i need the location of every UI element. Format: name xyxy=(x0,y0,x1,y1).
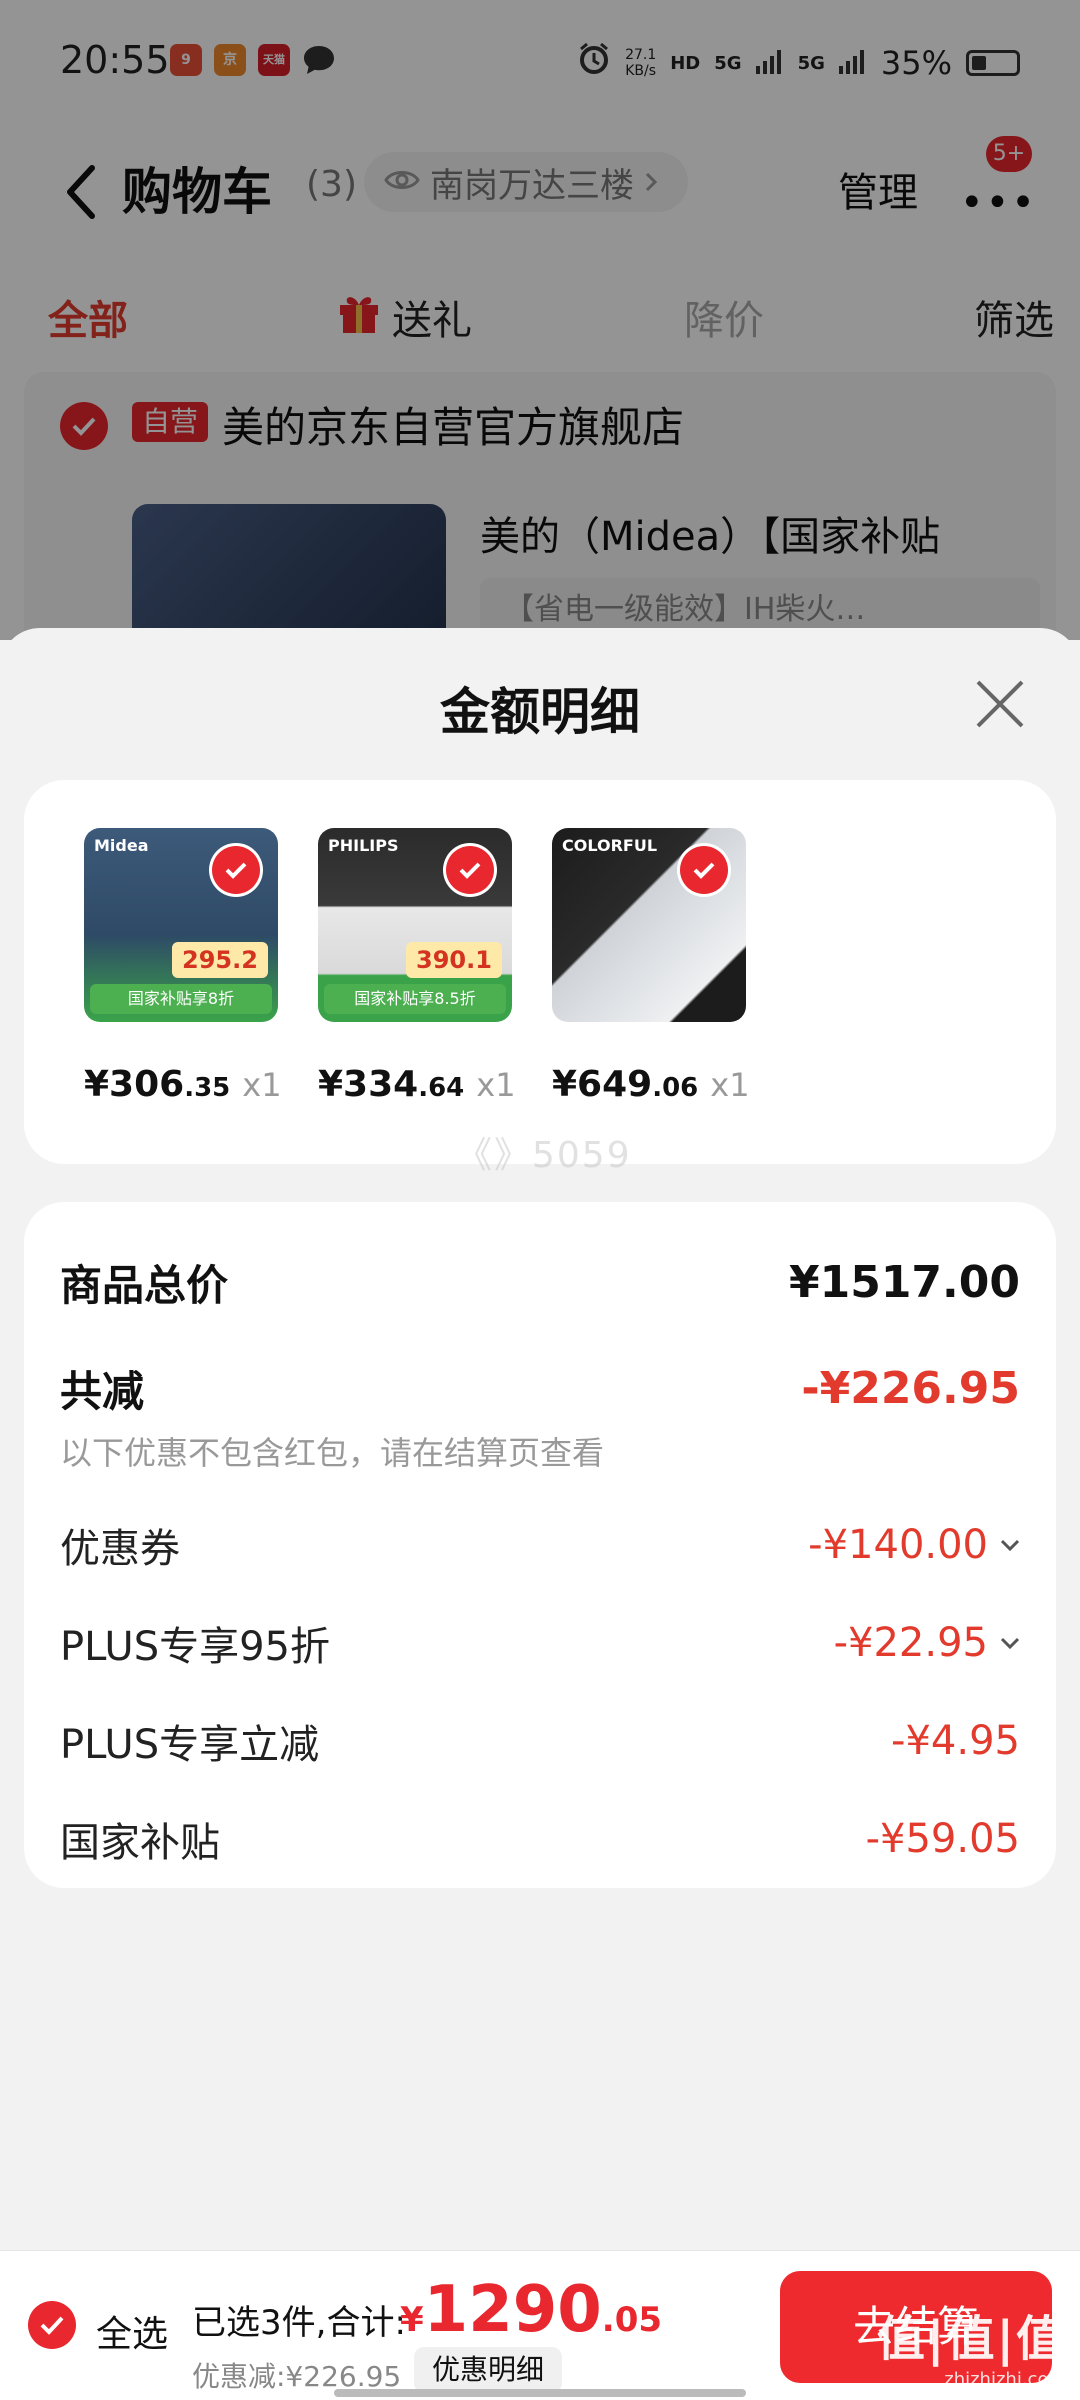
select-all-label[interactable]: 全选 xyxy=(96,2305,168,2357)
item-brand: PHILIPS xyxy=(328,836,399,855)
total-discount-value: -¥226.95 xyxy=(801,1363,1020,1414)
coupon-label: 优惠券 xyxy=(60,1526,180,1572)
item-subsidy-tag: 国家补贴享8折 xyxy=(90,984,272,1014)
coupon-row[interactable]: 优惠券 -¥140.00 xyxy=(60,1516,1020,1574)
item-qty: x1 xyxy=(242,1066,282,1104)
item-qty: x1 xyxy=(710,1066,750,1104)
item-thumbnail[interactable]: COLORFUL xyxy=(552,828,746,1022)
corner-watermark: 值|值|值 zhizhizhi.com xyxy=(876,2311,1066,2390)
chevron-down-icon[interactable] xyxy=(1000,1637,1020,1649)
amount-detail-sheet: 金额明细 Midea 295.2 国家补贴享8折 ¥306.35 x1 PHILI… xyxy=(0,628,1080,2400)
item-subsidy-tag: 国家补贴享8.5折 xyxy=(324,984,506,1014)
subtotal-label: 商品总价 xyxy=(60,1261,229,1310)
chevron-down-icon[interactable] xyxy=(1000,1539,1020,1551)
item-thumbnail[interactable]: PHILIPS 390.1 国家补贴享8.5折 xyxy=(318,828,512,1022)
plus-instant-label: PLUS专享立减 xyxy=(60,1722,320,1768)
coupon-value: -¥140.00 xyxy=(808,1522,988,1568)
checkout-bar: 全选 已选3件,合计: ¥1290.05 优惠减:¥226.95 优惠明细 去结… xyxy=(0,2250,1080,2400)
plus-discount-value: -¥22.95 xyxy=(833,1620,988,1666)
plus-discount-label: PLUS专享95折 xyxy=(60,1624,330,1670)
item-badge-price: 390.1 xyxy=(406,942,502,978)
discount-detail-button[interactable]: 优惠明细 xyxy=(414,2347,563,2393)
plus-instant-value: -¥4.95 xyxy=(891,1718,1020,1764)
watermark-text: 《》5059 xyxy=(456,1135,632,1176)
item-brand: COLORFUL xyxy=(562,836,658,855)
close-icon[interactable] xyxy=(972,676,1028,732)
plus-discount-row[interactable]: PLUS专享95折 -¥22.95 xyxy=(60,1614,1020,1672)
price-breakdown-card: 商品总价 ¥1517.00 共减 -¥226.95 以下优惠不包含红包，请在结算… xyxy=(24,1202,1056,1888)
sheet-title: 金额明细 xyxy=(440,683,640,741)
national-subsidy-value: -¥59.05 xyxy=(865,1816,1020,1862)
item-thumbnail[interactable]: Midea 295.2 国家补贴享8折 xyxy=(84,828,278,1022)
item-check-icon[interactable] xyxy=(212,846,260,894)
item-check-icon[interactable] xyxy=(680,846,728,894)
item-price: ¥649.06 x1 xyxy=(552,1064,750,1105)
item-qty: x1 xyxy=(476,1066,516,1104)
home-indicator[interactable] xyxy=(334,2389,746,2397)
item-price: ¥306.35 x1 xyxy=(84,1064,282,1105)
cart-page-background: 20:55 9 京 天猫 27.1 KB/s HD 5G 5G 35% 购物车 … xyxy=(0,0,1080,640)
national-subsidy-label: 国家补贴 xyxy=(60,1820,220,1866)
total-discount-label: 共减 xyxy=(60,1367,145,1416)
subtotal-value: ¥1517.00 xyxy=(788,1257,1020,1308)
item-badge-price: 295.2 xyxy=(172,942,268,978)
selected-items-card: Midea 295.2 国家补贴享8折 ¥306.35 x1 PHILIPS 39… xyxy=(24,780,1056,1176)
item-price: ¥334.64 x1 xyxy=(318,1064,516,1105)
plus-instant-row: PLUS专享立减 -¥4.95 xyxy=(60,1712,1020,1770)
coupon-value-group: -¥140.00 xyxy=(808,1522,1020,1568)
total-price: ¥1290.05 xyxy=(400,2273,663,2347)
total-discount-row: 共减 -¥226.95 xyxy=(60,1358,1020,1419)
plus-discount-value-group: -¥22.95 xyxy=(834,1620,1020,1666)
subtotal-row: 商品总价 ¥1517.00 xyxy=(60,1252,1020,1313)
dim-overlay[interactable] xyxy=(0,0,1080,640)
select-all-check-icon[interactable] xyxy=(28,2301,76,2349)
selected-summary: 已选3件,合计: xyxy=(192,2303,406,2343)
discount-note: 以下优惠不包含红包，请在结算页查看 xyxy=(60,1434,605,1472)
item-check-icon[interactable] xyxy=(446,846,494,894)
national-subsidy-row: 国家补贴 -¥59.05 xyxy=(60,1810,1020,1868)
item-brand: Midea xyxy=(94,836,149,855)
